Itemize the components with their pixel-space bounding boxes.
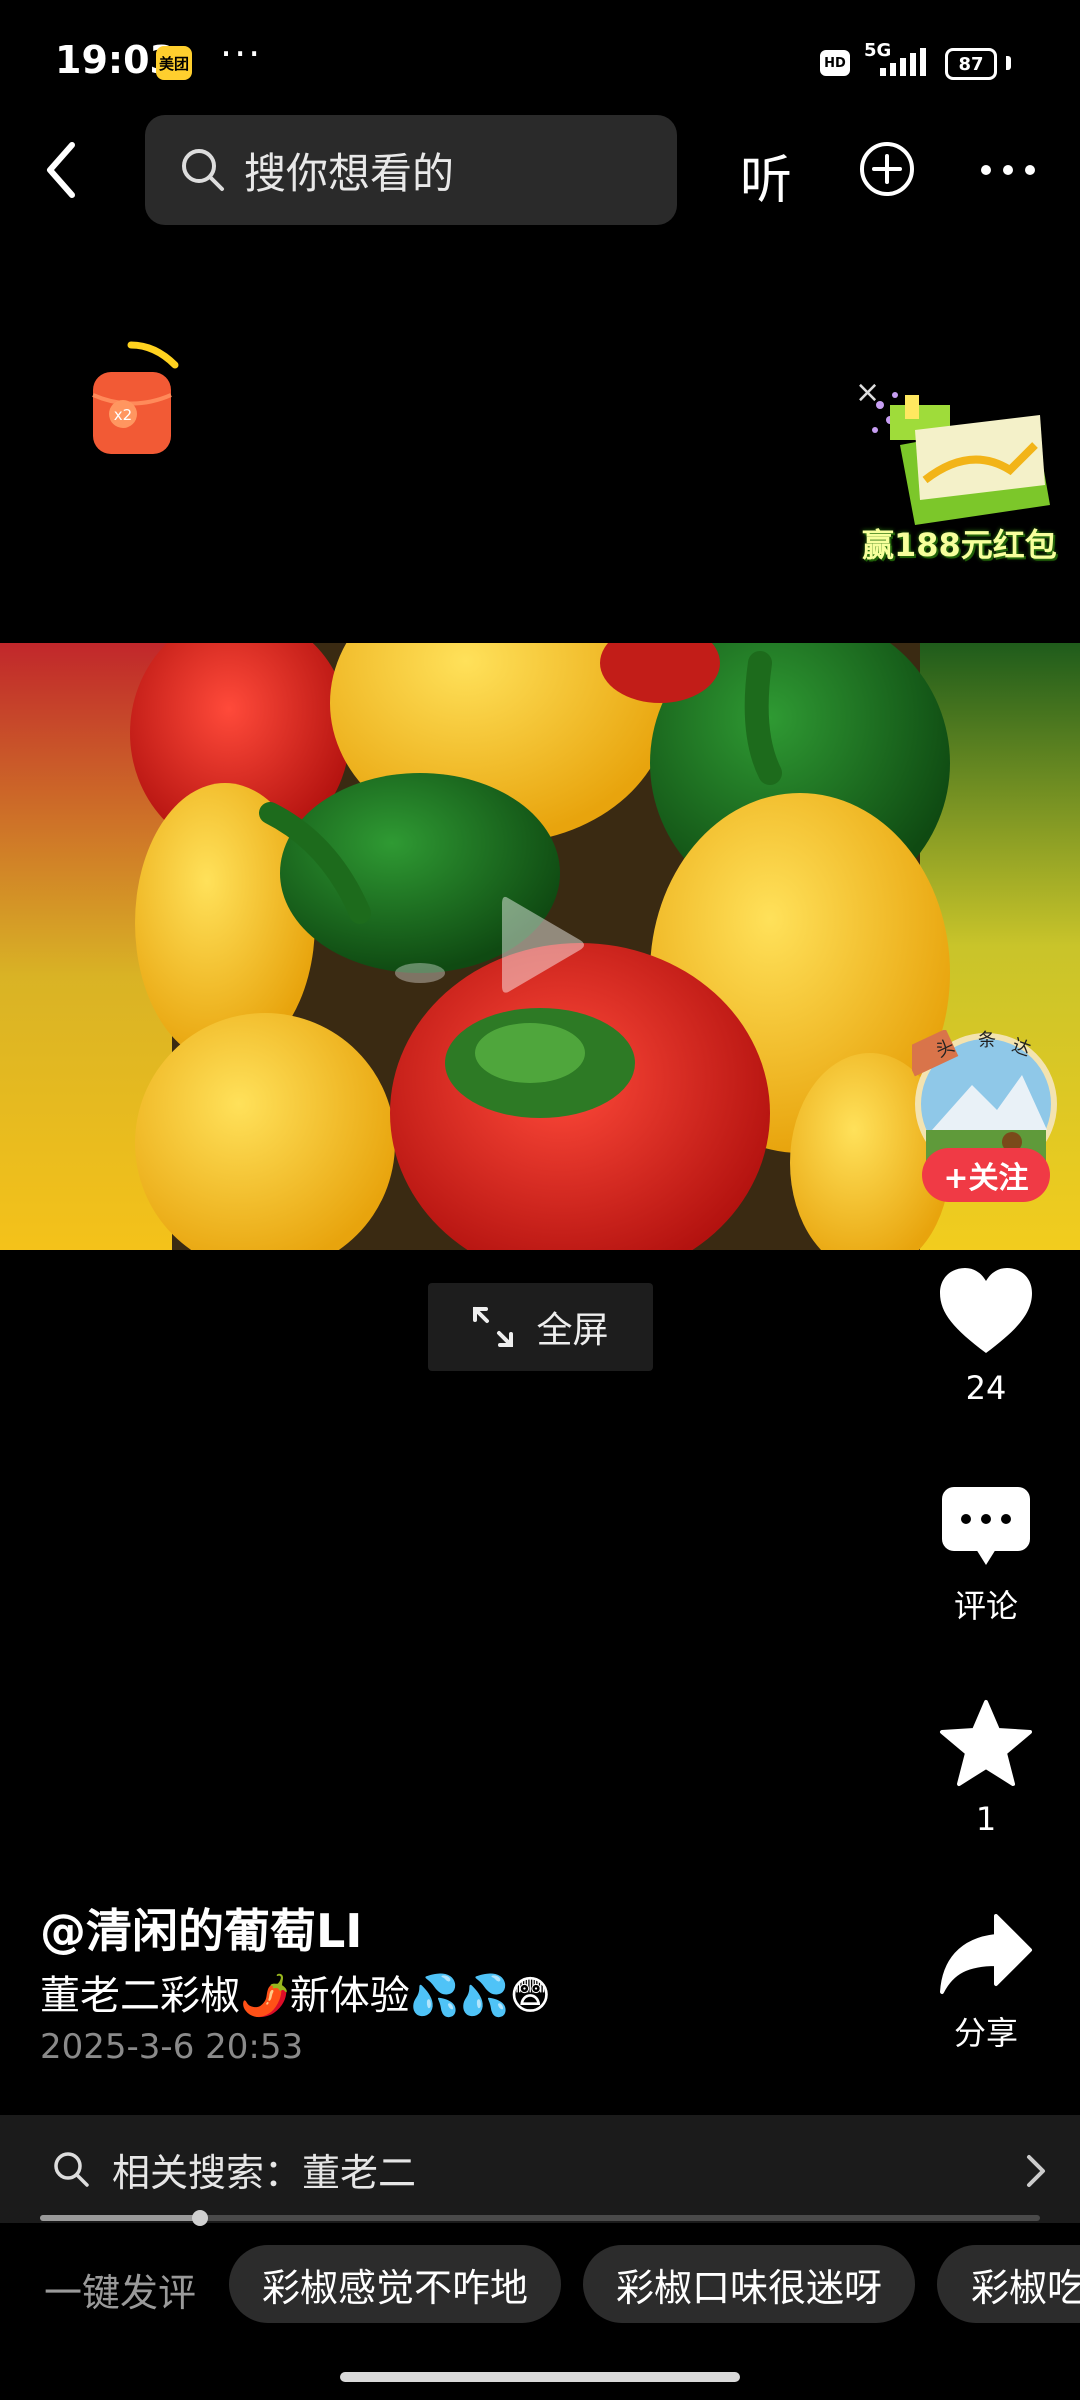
quick-comment-chip[interactable]: 彩椒口味很迷呀 [583, 2245, 915, 2323]
chevron-right-icon [1027, 2155, 1045, 2187]
svg-text:x2: x2 [114, 406, 132, 424]
fullscreen-label: 全屏 [536, 1310, 609, 1351]
comment-label: 评论 [953, 1587, 1018, 1625]
search-placeholder: 搜你想看的 [244, 148, 455, 198]
hd-icon: HD [820, 50, 850, 76]
search-input[interactable]: 搜你想看的 [145, 115, 677, 225]
share-label: 分享 [953, 2014, 1018, 2052]
home-indicator[interactable] [340, 2372, 740, 2382]
like-button[interactable]: 24 [905, 1265, 1067, 1407]
signal-icon [880, 48, 926, 76]
video-progress-bar[interactable] [40, 2210, 1040, 2226]
red-packet-icon[interactable]: x2 [85, 340, 185, 460]
add-icon[interactable] [858, 140, 916, 198]
author-name[interactable]: @清闲的葡萄LI [40, 1895, 362, 1961]
search-icon [54, 2152, 89, 2187]
favorite-button[interactable]: 1 [905, 1698, 1067, 1838]
quick-comment-chip[interactable]: 彩椒感觉不咋地 [229, 2245, 561, 2323]
battery-cap [1006, 56, 1011, 70]
fullscreen-icon [473, 1307, 514, 1347]
battery-icon: 87 [945, 48, 997, 80]
close-icon[interactable]: × [855, 375, 880, 410]
related-search-bar[interactable]: 相关搜索：董老二 [0, 2115, 1080, 2223]
heart-icon [940, 1268, 1032, 1353]
fullscreen-button[interactable]: 全屏 [428, 1283, 653, 1371]
like-count: 24 [965, 1369, 1007, 1407]
play-icon[interactable] [498, 890, 588, 1000]
related-search-label: 相关搜索：董老二 [112, 2150, 417, 2195]
comment-button[interactable]: 评论 [905, 1485, 1067, 1627]
favorite-count: 1 [975, 1800, 997, 1838]
video-progress-fill [40, 2215, 200, 2221]
svg-text:条: 条 [978, 1030, 996, 1051]
comment-icon [942, 1487, 1030, 1565]
more-icon[interactable] [978, 140, 1038, 200]
back-icon[interactable] [38, 135, 86, 205]
follow-button[interactable]: +关注 [922, 1148, 1050, 1202]
share-button[interactable]: 分享 [905, 1912, 1067, 2054]
video-progress-handle[interactable] [192, 2210, 208, 2226]
star-icon [940, 1700, 1032, 1786]
search-icon [182, 149, 224, 191]
quick-comment-label: 一键发评 [44, 2271, 197, 2315]
listen-button[interactable]: 听 [740, 138, 792, 213]
post-timestamp: 2025-3-6 20:53 [40, 2027, 304, 2067]
status-more-icon: ··· [220, 32, 263, 76]
promo-banner-text[interactable]: 赢188元红包 [862, 520, 1057, 566]
meituan-app-badge: 美团 [156, 46, 192, 80]
video-caption: 董老二彩椒🌶️新体验💦💦😨 [40, 1973, 552, 2019]
share-icon [940, 1914, 1032, 1994]
quick-comment-chip[interactable]: 彩椒吃 [937, 2245, 1080, 2323]
